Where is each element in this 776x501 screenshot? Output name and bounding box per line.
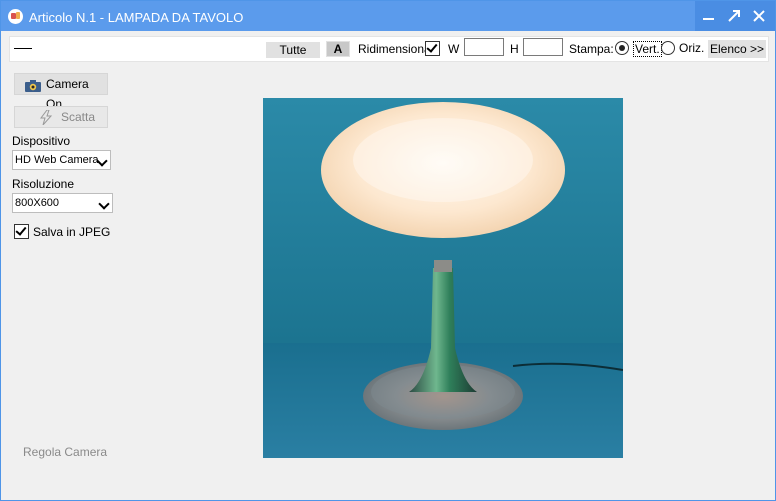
ridimensiona-label: Ridimensiona	[358, 42, 431, 56]
title-bar[interactable]: Articolo N.1 - LAMPADA DA TAVOLO	[1, 1, 775, 31]
height-label: H	[510, 42, 519, 56]
table-lamp-photo	[263, 98, 623, 458]
elenco-button[interactable]: Elenco >>	[708, 40, 766, 58]
app-window: Articolo N.1 - LAMPADA DA TAVOLO Tutte A…	[0, 0, 776, 501]
dispositivo-select[interactable]: HD Web Camera	[12, 150, 111, 170]
close-icon[interactable]	[750, 7, 768, 25]
minimize-icon[interactable]	[700, 7, 718, 25]
dispositivo-value: HD Web Camera	[15, 154, 99, 166]
stampa-label: Stampa:	[569, 42, 614, 56]
chevron-down-icon	[98, 198, 110, 210]
risoluzione-label: Risoluzione	[12, 177, 75, 191]
camera-preview-image	[263, 98, 623, 458]
height-input[interactable]	[523, 38, 563, 56]
scatta-button[interactable]: Scatta	[14, 106, 108, 128]
regola-camera-button[interactable]: Regola Camera	[23, 445, 107, 459]
risoluzione-select[interactable]: 800X600	[12, 193, 113, 213]
camera-icon	[25, 78, 41, 92]
flash-icon	[39, 109, 53, 126]
scatta-label: Scatta	[61, 110, 96, 124]
risoluzione-value: 800X600	[15, 197, 60, 209]
horizontal-radio[interactable]	[661, 41, 675, 55]
maximize-icon[interactable]	[725, 7, 743, 25]
ridimensiona-checkbox[interactable]	[425, 41, 440, 56]
camera-on-button[interactable]: Camera On	[14, 73, 108, 111]
app-logo-icon	[8, 9, 23, 24]
bold-button[interactable]: A	[326, 41, 350, 57]
toolbar: Tutte A Ridimensiona W H Stampa: Vert. O…	[9, 36, 769, 62]
horizontal-label: Oriz.	[679, 41, 705, 55]
salva-jpeg-checkbox[interactable]	[14, 224, 29, 239]
salva-jpeg-label: Salva in JPEG	[33, 225, 111, 239]
window-controls	[695, 1, 775, 31]
tutte-button[interactable]: Tutte	[266, 42, 320, 58]
dispositivo-label: Dispositivo	[12, 134, 71, 148]
toolbar-dash-icon	[14, 48, 32, 49]
width-input[interactable]	[464, 38, 504, 56]
window-title: Articolo N.1 - LAMPADA DA TAVOLO	[29, 10, 244, 25]
vertical-radio[interactable]	[615, 41, 629, 55]
vertical-label: Vert.	[633, 41, 662, 57]
width-label: W	[448, 42, 460, 56]
